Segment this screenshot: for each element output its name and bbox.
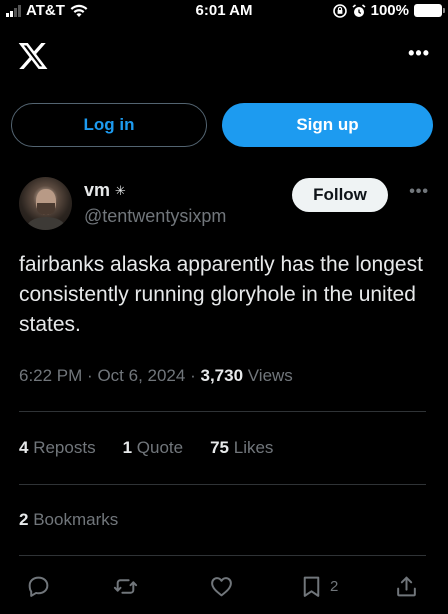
views-count: 3,730 <box>200 366 244 385</box>
views-label: Views <box>247 366 293 385</box>
reposts-stat[interactable]: 4 Reposts <box>19 438 96 458</box>
x-logo-icon[interactable] <box>17 40 49 72</box>
reply-icon <box>28 576 49 597</box>
bookmark-icon <box>303 576 320 597</box>
tweet-actions: 2 <box>0 570 448 606</box>
tweet-date[interactable]: Oct 6, 2024 <box>97 366 185 385</box>
repost-icon <box>113 578 138 594</box>
follow-button[interactable]: Follow <box>292 178 388 212</box>
likes-stat[interactable]: 75 Likes <box>210 438 273 458</box>
share-icon <box>397 576 416 596</box>
battery-label: 100% <box>370 2 409 19</box>
alarm-icon <box>352 3 366 17</box>
quotes-stat[interactable]: 1 Quote <box>123 438 184 458</box>
engagement-stats: 4 Reposts 1 Quote 75 Likes <box>19 438 273 458</box>
top-nav: ••• <box>0 38 448 78</box>
tweet-author: vm ✳ @tentwentysixpm Follow ••• <box>0 175 448 235</box>
heart-icon <box>211 576 232 596</box>
tweet-time[interactable]: 6:22 PM <box>19 366 82 385</box>
tweet-meta: 6:22 PM · Oct 6, 2024 · 3,730 Views <box>19 366 293 386</box>
status-bar: AT&T 6:01 AM 100% <box>0 0 448 22</box>
name-asterisk-glyph: ✳ <box>115 182 126 198</box>
meta-separator: · <box>190 366 196 385</box>
more-options-icon[interactable]: ••• <box>408 44 430 62</box>
author-name-row: vm ✳ <box>84 180 126 201</box>
like-button[interactable] <box>209 572 234 600</box>
battery-icon <box>414 4 445 17</box>
divider <box>19 411 426 412</box>
divider <box>19 484 426 485</box>
bookmark-count: 2 <box>330 577 339 595</box>
share-button[interactable] <box>394 572 419 600</box>
login-button[interactable]: Log in <box>11 103 207 147</box>
signup-button[interactable]: Sign up <box>222 103 433 147</box>
bookmark-button[interactable]: 2 <box>299 572 338 600</box>
orientation-lock-icon <box>332 3 347 18</box>
tweet-text: fairbanks alaska apparently has the long… <box>19 253 423 336</box>
avatar[interactable] <box>19 177 72 230</box>
author-handle[interactable]: @tentwentysixpm <box>84 206 226 227</box>
reply-button[interactable] <box>26 572 51 600</box>
bookmarks-stat[interactable]: 2 Bookmarks <box>19 510 118 530</box>
auth-buttons: Log in Sign up <box>0 103 448 149</box>
meta-separator: · <box>87 366 93 385</box>
repost-button[interactable] <box>113 572 138 600</box>
tweet-more-icon[interactable]: ••• <box>409 184 429 200</box>
divider <box>19 555 426 556</box>
author-display-name[interactable]: vm <box>84 180 110 201</box>
status-right: 100% <box>332 2 445 19</box>
